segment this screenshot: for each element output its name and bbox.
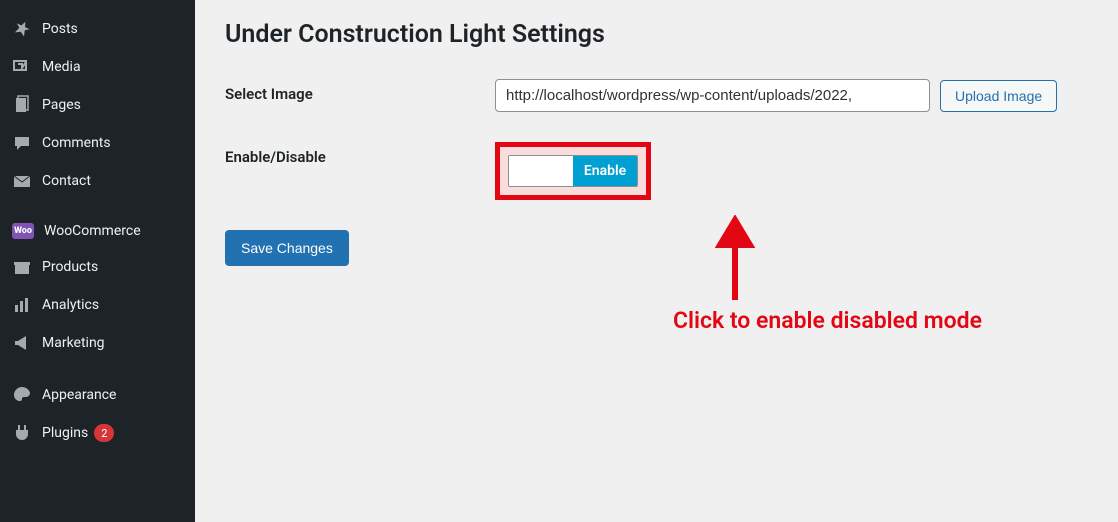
comments-icon <box>12 133 32 153</box>
sidebar-item-pages[interactable]: Pages <box>0 86 195 124</box>
save-changes-button[interactable]: Save Changes <box>225 230 349 266</box>
sidebar-item-label: Posts <box>42 21 78 37</box>
sidebar-item-label: WooCommerce <box>44 223 141 239</box>
sidebar-item-label: Products <box>42 259 98 275</box>
sidebar-item-comments[interactable]: Comments <box>0 124 195 162</box>
appearance-icon <box>12 385 32 405</box>
sidebar-item-label: Marketing <box>42 335 105 351</box>
analytics-icon <box>12 295 32 315</box>
plugins-icon <box>12 423 32 443</box>
admin-sidebar: Posts Media Pages Comments Contact Woo W… <box>0 0 195 522</box>
page-title: Under Construction Light Settings <box>225 20 1088 49</box>
sidebar-item-appearance[interactable]: Appearance <box>0 376 195 414</box>
sidebar-item-marketing[interactable]: Marketing <box>0 324 195 362</box>
media-icon <box>12 57 32 77</box>
main-content: Under Construction Light Settings Select… <box>195 0 1118 286</box>
annotation-highlight-box: Enable <box>495 142 651 200</box>
woo-icon: Woo <box>12 223 34 239</box>
toggle-on-side: Enable <box>573 156 637 186</box>
image-url-input[interactable] <box>495 79 930 112</box>
sidebar-item-posts[interactable]: Posts <box>0 10 195 48</box>
sidebar-item-woocommerce[interactable]: Woo WooCommerce <box>0 214 195 248</box>
sidebar-item-label: Contact <box>42 173 91 189</box>
row-enable-disable: Enable/Disable Enable <box>225 142 1088 200</box>
marketing-icon <box>12 333 32 353</box>
sidebar-item-label: Pages <box>42 97 81 113</box>
label-select-image: Select Image <box>225 79 495 103</box>
pin-icon <box>12 19 32 39</box>
sidebar-item-contact[interactable]: Contact <box>0 162 195 200</box>
sidebar-item-label: Plugins <box>42 425 88 441</box>
sidebar-item-label: Comments <box>42 135 111 151</box>
update-count-badge: 2 <box>94 424 114 442</box>
toggle-off-side <box>509 156 573 186</box>
contact-icon <box>12 171 32 191</box>
upload-image-button[interactable]: Upload Image <box>940 80 1057 112</box>
pages-icon <box>12 95 32 115</box>
sidebar-item-media[interactable]: Media <box>0 48 195 86</box>
sidebar-item-label: Media <box>42 59 81 75</box>
products-icon <box>12 257 32 277</box>
sidebar-item-label: Appearance <box>42 387 116 403</box>
enable-toggle[interactable]: Enable <box>508 155 638 187</box>
sidebar-item-plugins[interactable]: Plugins 2 <box>0 414 195 452</box>
sidebar-item-analytics[interactable]: Analytics <box>0 286 195 324</box>
annotation-text: Click to enable disabled mode <box>673 305 1073 337</box>
sidebar-item-label: Analytics <box>42 297 99 313</box>
row-select-image: Select Image Upload Image <box>225 79 1088 112</box>
annotation-arrow-icon <box>710 215 760 305</box>
sidebar-item-products[interactable]: Products <box>0 248 195 286</box>
label-enable-disable: Enable/Disable <box>225 142 495 166</box>
